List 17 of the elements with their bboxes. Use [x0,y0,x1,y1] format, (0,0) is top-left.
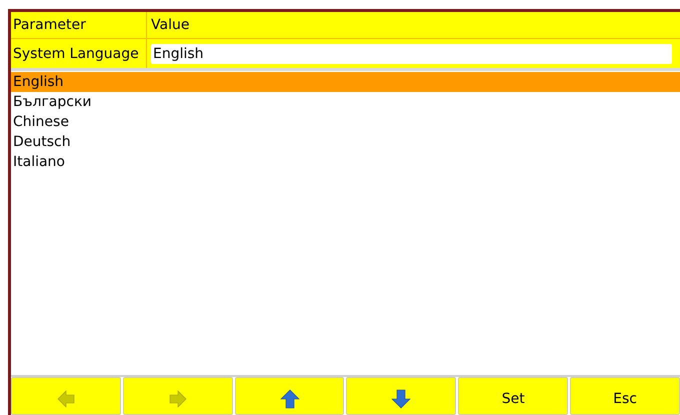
column-header: Value [150,16,190,35]
value-field[interactable]: English [151,44,672,64]
move-down-button[interactable] [346,377,456,415]
language-option[interactable]: Deutsch [11,132,680,152]
language-option[interactable]: Italiano [11,152,680,172]
parameter-label: System Language [11,39,147,68]
language-option[interactable]: English [11,72,680,92]
column-header: Parameter [11,12,147,38]
arrow-left-icon [56,389,76,409]
language-option[interactable]: Български [11,92,680,112]
arrow-right-icon [168,389,188,409]
arrow-up-icon [280,389,300,409]
arrow-down-icon [391,389,412,409]
move-up-button[interactable] [234,377,344,415]
language-option[interactable]: Chinese [11,112,680,132]
action-button[interactable]: Set [458,377,568,415]
action-button[interactable]: Esc [570,377,680,415]
